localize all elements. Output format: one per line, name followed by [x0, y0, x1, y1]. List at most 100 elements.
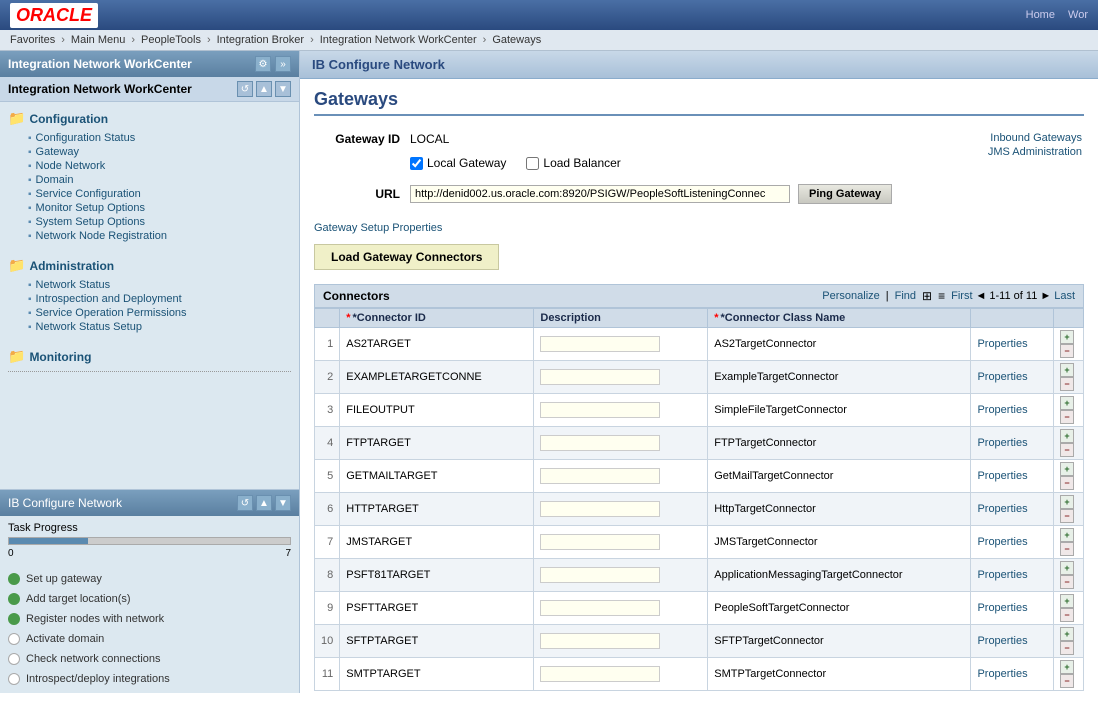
breadcrumb-item-ib[interactable]: Integration Broker	[217, 34, 304, 46]
first-link[interactable]: First	[951, 290, 972, 302]
sidebar-item-network-status[interactable]: ▪ Network Status	[28, 278, 291, 292]
delete-row-button[interactable]: −	[1060, 377, 1074, 391]
properties-link[interactable]: Properties	[977, 470, 1027, 482]
properties-cell: Properties	[971, 625, 1054, 658]
add-row-button[interactable]: +	[1060, 660, 1074, 674]
task-check-network[interactable]: Check network connections	[8, 649, 291, 669]
add-row-button[interactable]: +	[1060, 462, 1074, 476]
description-input[interactable]	[540, 600, 660, 616]
task-register-nodes[interactable]: Register nodes with network	[8, 609, 291, 629]
collapse2-icon-btn[interactable]: ▼	[275, 81, 291, 97]
load-balancer-checkbox-label[interactable]: Load Balancer	[526, 156, 620, 170]
breadcrumb-item-workcenter[interactable]: Integration Network WorkCenter	[320, 34, 477, 46]
add-row-button[interactable]: +	[1060, 561, 1074, 575]
sidebar-item-network-status-setup[interactable]: ▪ Network Status Setup	[28, 320, 291, 334]
ib-down-btn[interactable]: ▼	[275, 495, 291, 511]
expand-icon-btn[interactable]: ▲	[256, 81, 272, 97]
add-row-button[interactable]: +	[1060, 594, 1074, 608]
breadcrumb-item-main[interactable]: Main Menu	[71, 34, 125, 46]
load-gateway-connectors-button[interactable]: Load Gateway Connectors	[314, 244, 499, 270]
properties-link[interactable]: Properties	[977, 338, 1027, 350]
sidebar-item-system-setup[interactable]: ▪ System Setup Options	[28, 215, 291, 229]
add-row-button[interactable]: +	[1060, 429, 1074, 443]
add-row-button[interactable]: +	[1060, 627, 1074, 641]
delete-row-button[interactable]: −	[1060, 608, 1074, 622]
description-input[interactable]	[540, 633, 660, 649]
breadcrumb-item-peopletools[interactable]: PeopleTools	[141, 34, 201, 46]
collapse-icon-btn[interactable]: »	[275, 56, 291, 72]
local-gateway-checkbox[interactable]	[410, 157, 423, 170]
sidebar-item-service-config[interactable]: ▪ Service Configuration	[28, 187, 291, 201]
properties-link[interactable]: Properties	[977, 602, 1027, 614]
delete-row-button[interactable]: −	[1060, 476, 1074, 490]
properties-link[interactable]: Properties	[977, 635, 1027, 647]
gateway-setup-properties-link[interactable]: Gateway Setup Properties	[314, 222, 442, 234]
description-input[interactable]	[540, 402, 660, 418]
description-cell	[534, 328, 708, 361]
monitoring-header[interactable]: 📁 Monitoring	[8, 346, 291, 367]
delete-row-button[interactable]: −	[1060, 575, 1074, 589]
task-activate-domain[interactable]: Activate domain	[8, 629, 291, 649]
page-nav-next[interactable]: ►	[1040, 290, 1051, 302]
delete-row-button[interactable]: −	[1060, 641, 1074, 655]
description-input[interactable]	[540, 534, 660, 550]
add-row-button[interactable]: +	[1060, 363, 1074, 377]
properties-link[interactable]: Properties	[977, 536, 1027, 548]
personalize-link[interactable]: Personalize	[822, 290, 879, 302]
description-input[interactable]	[540, 369, 660, 385]
sidebar-item-domain[interactable]: ▪ Domain	[28, 173, 291, 187]
description-input[interactable]	[540, 567, 660, 583]
configuration-header[interactable]: 📁 Configuration	[8, 108, 291, 129]
local-gateway-checkbox-label[interactable]: Local Gateway	[410, 156, 506, 170]
properties-link[interactable]: Properties	[977, 437, 1027, 449]
description-input[interactable]	[540, 666, 660, 682]
properties-link[interactable]: Properties	[977, 371, 1027, 383]
add-row-button[interactable]: +	[1060, 396, 1074, 410]
sidebar-item-introspection[interactable]: ▪ Introspection and Deployment	[28, 292, 291, 306]
description-input[interactable]	[540, 468, 660, 484]
home-link[interactable]: Home	[1026, 9, 1055, 21]
sidebar-item-monitor-setup[interactable]: ▪ Monitor Setup Options	[28, 201, 291, 215]
description-input[interactable]	[540, 435, 660, 451]
settings-icon-btn[interactable]: ⚙	[255, 56, 271, 72]
breadcrumb-item-favorites[interactable]: Favorites	[10, 34, 55, 46]
administration-header[interactable]: 📁 Administration	[8, 255, 291, 276]
delete-row-button[interactable]: −	[1060, 344, 1074, 358]
delete-row-button[interactable]: −	[1060, 443, 1074, 457]
delete-row-button[interactable]: −	[1060, 410, 1074, 424]
refresh-icon-btn[interactable]: ↺	[237, 81, 253, 97]
add-row-button[interactable]: +	[1060, 330, 1074, 344]
sidebar-item-service-ops[interactable]: ▪ Service Operation Permissions	[28, 306, 291, 320]
properties-link[interactable]: Properties	[977, 404, 1027, 416]
wor-link[interactable]: Wor	[1068, 9, 1088, 21]
delete-row-button[interactable]: −	[1060, 542, 1074, 556]
page-nav-prev[interactable]: ◄	[976, 290, 987, 302]
breadcrumb-item-gateways[interactable]: Gateways	[492, 34, 541, 46]
inbound-gateways-link[interactable]: Inbound Gateways	[942, 132, 1082, 144]
description-input[interactable]	[540, 336, 660, 352]
task-setup-gateway[interactable]: Set up gateway	[8, 569, 291, 589]
sidebar-item-config-status[interactable]: ▪ Configuration Status	[28, 131, 291, 145]
url-input[interactable]	[410, 185, 790, 203]
properties-link[interactable]: Properties	[977, 569, 1027, 581]
sidebar-item-gateway[interactable]: ▪ Gateway	[28, 145, 291, 159]
sidebar-item-node-network[interactable]: ▪ Node Network	[28, 159, 291, 173]
delete-row-button[interactable]: −	[1060, 674, 1074, 688]
task-introspect[interactable]: Introspect/deploy integrations	[8, 669, 291, 689]
properties-link[interactable]: Properties	[977, 668, 1027, 680]
task-add-target[interactable]: Add target location(s)	[8, 589, 291, 609]
last-link[interactable]: Last	[1054, 290, 1075, 302]
add-row-button[interactable]: +	[1060, 495, 1074, 509]
item-icon-id: ▪	[28, 294, 32, 305]
load-balancer-checkbox[interactable]	[526, 157, 539, 170]
find-link[interactable]: Find	[895, 290, 916, 302]
ping-gateway-button[interactable]: Ping Gateway	[798, 184, 892, 204]
ib-refresh-btn[interactable]: ↺	[237, 495, 253, 511]
add-row-button[interactable]: +	[1060, 528, 1074, 542]
delete-row-button[interactable]: −	[1060, 509, 1074, 523]
sidebar-item-node-registration[interactable]: ▪ Network Node Registration	[28, 229, 291, 243]
jms-admin-link[interactable]: JMS Administration	[942, 146, 1082, 158]
description-input[interactable]	[540, 501, 660, 517]
ib-up-btn[interactable]: ▲	[256, 495, 272, 511]
properties-link[interactable]: Properties	[977, 503, 1027, 515]
